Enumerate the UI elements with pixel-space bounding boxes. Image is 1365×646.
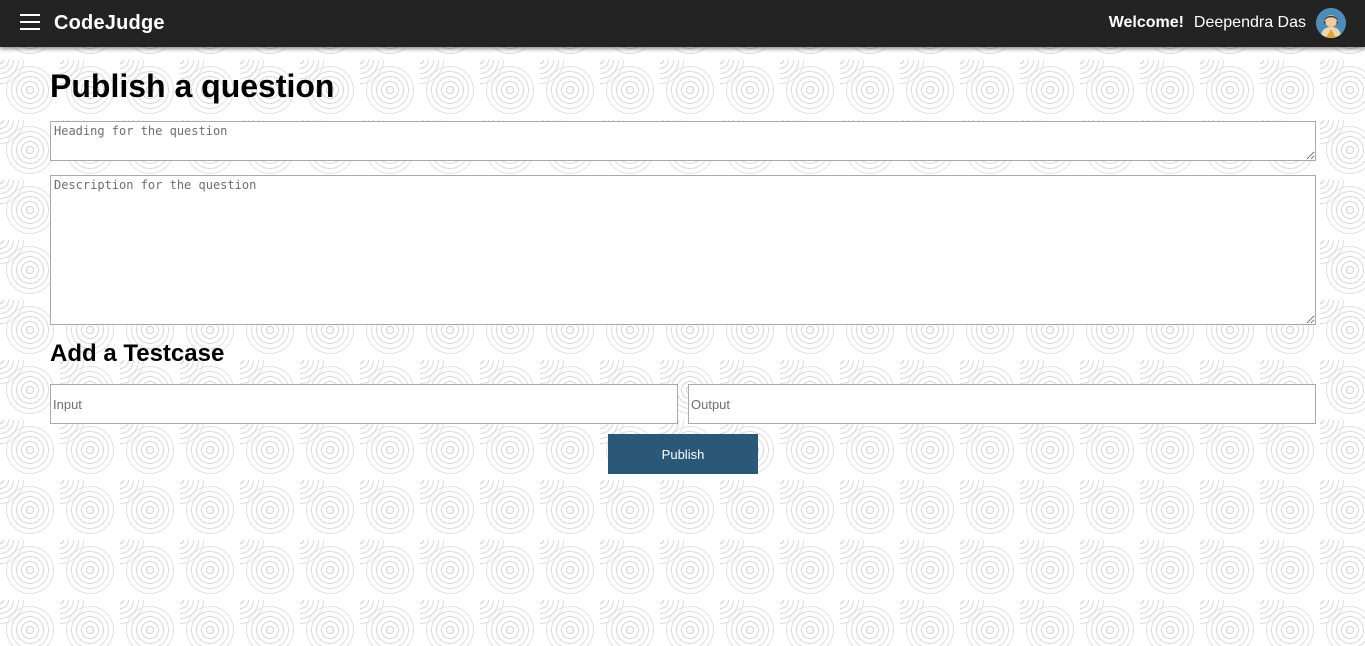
welcome-text: Welcome! — [1108, 14, 1184, 31]
top-navbar: CodeJudge Welcome! Deependra Das — [0, 0, 1365, 47]
hamburger-menu-icon[interactable] — [20, 14, 40, 30]
testcase-output-field[interactable] — [688, 384, 1316, 424]
username-label: Deependra Das — [1193, 14, 1306, 31]
question-heading-input[interactable] — [50, 121, 1316, 161]
testcase-section-title: Add a Testcase — [50, 340, 225, 367]
publish-button[interactable]: Publish — [608, 434, 758, 474]
question-description-input[interactable] — [50, 175, 1316, 325]
page-title: Publish a question — [50, 68, 335, 104]
testcase-input-field[interactable] — [50, 384, 678, 424]
user-avatar-icon[interactable] — [1316, 8, 1346, 38]
brand-logo-link[interactable]: CodeJudge — [54, 12, 165, 35]
